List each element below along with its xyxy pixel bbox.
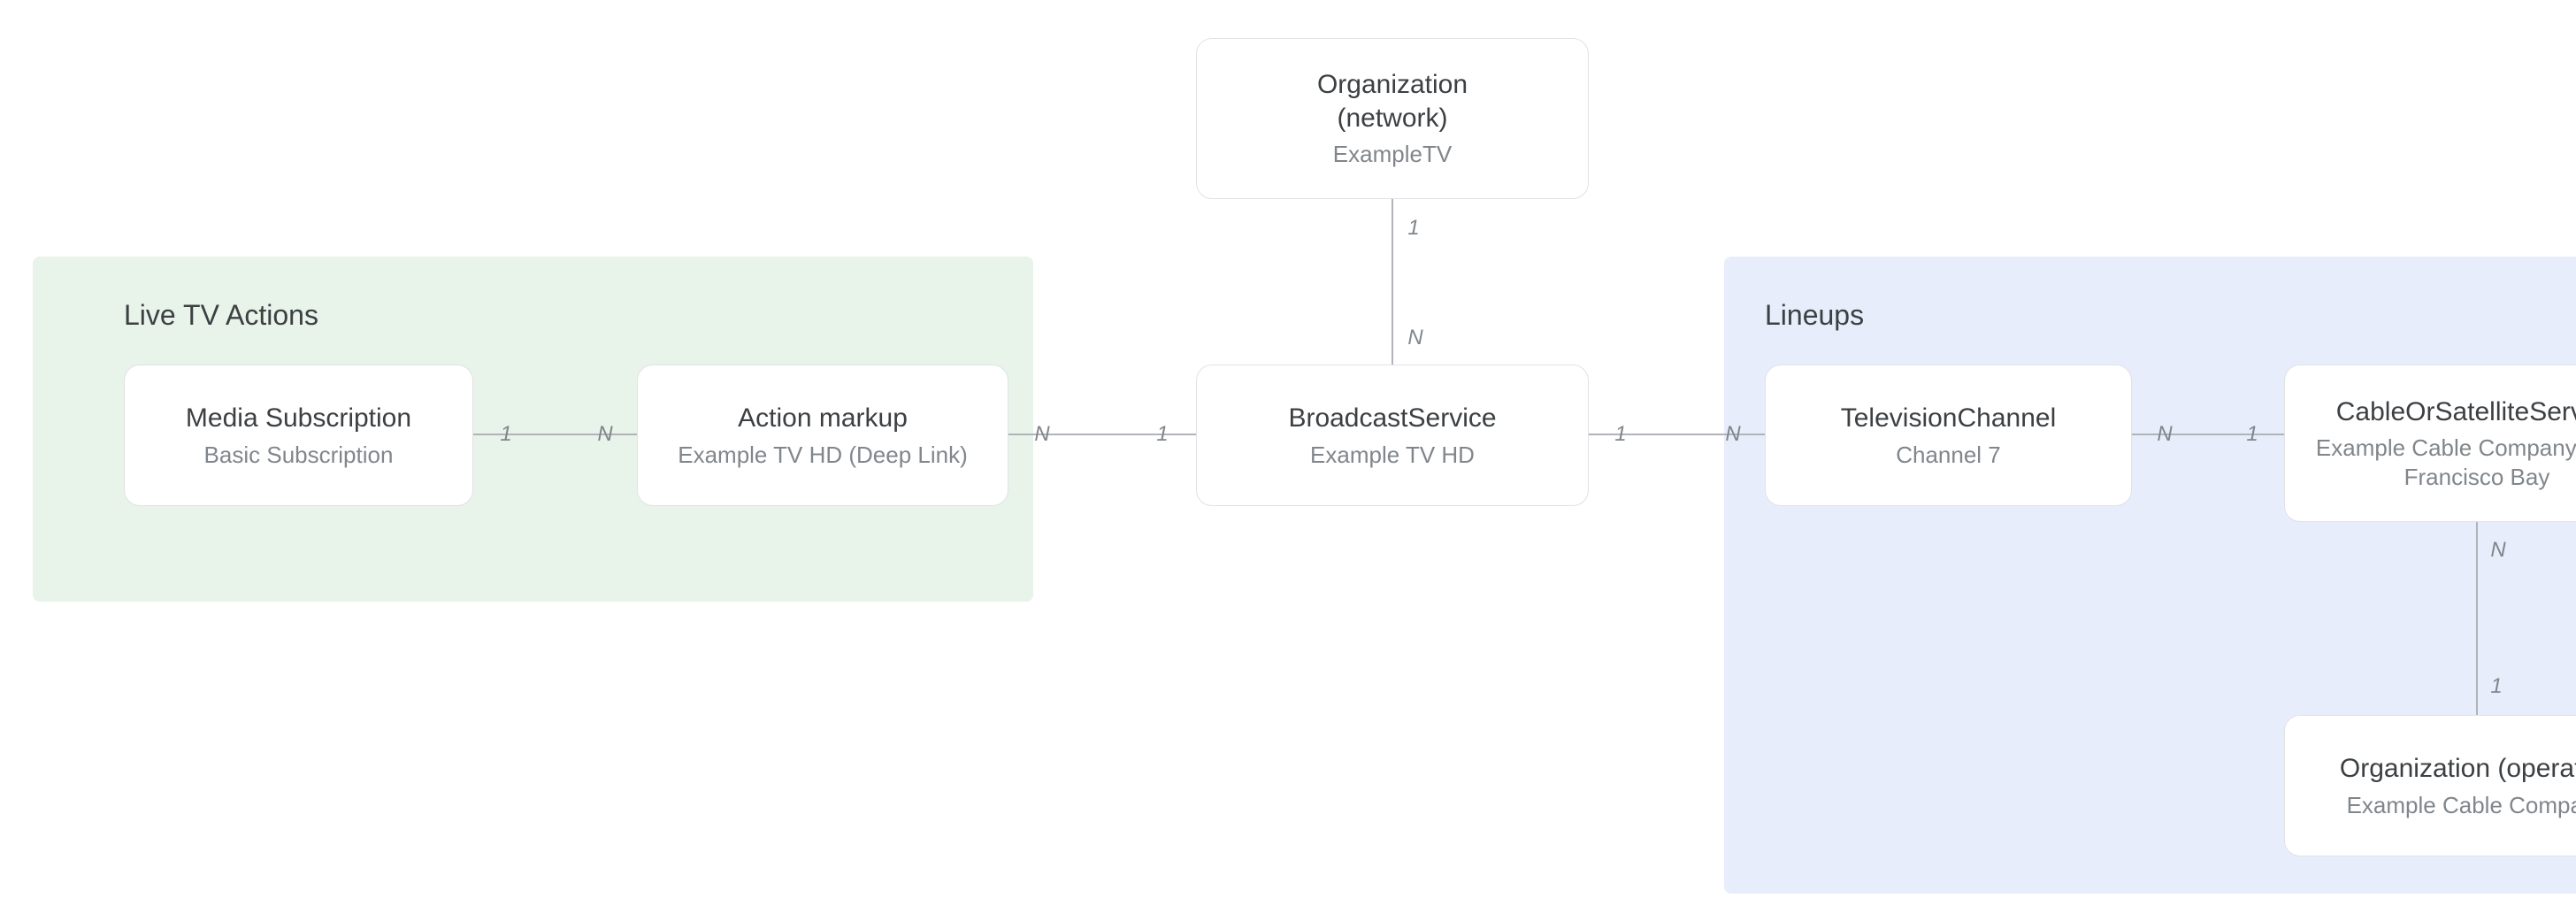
- node-title: Organization (network): [1317, 68, 1468, 134]
- node-subtitle: Example Cable Company: [2347, 791, 2576, 820]
- node-title: CableOrSatelliteService: [2336, 395, 2576, 429]
- node-subtitle: Basic Subscription: [204, 441, 394, 470]
- cardinality-label: N: [2490, 538, 2505, 563]
- node-television-channel: TelevisionChannel Channel 7: [1765, 365, 2132, 506]
- node-title: BroadcastService: [1288, 402, 1496, 435]
- diagram-canvas: Live TV Actions Lineups Organization (ne…: [0, 0, 2576, 906]
- cardinality-label: N: [1407, 326, 1422, 350]
- cardinality-label: 1: [1156, 422, 1168, 447]
- cardinality-label: N: [597, 422, 612, 447]
- group-title-lineups: Lineups: [1765, 299, 1864, 332]
- group-title-live-tv-actions: Live TV Actions: [124, 299, 318, 332]
- node-cable-or-satellite-service: CableOrSatelliteService Example Cable Co…: [2284, 365, 2576, 522]
- node-subtitle: Example Cable Company - San Francisco Ba…: [2301, 434, 2576, 491]
- node-subtitle: ExampleTV: [1333, 140, 1452, 169]
- cardinality-label: 1: [2490, 674, 2502, 699]
- node-media-subscription: Media Subscription Basic Subscription: [124, 365, 473, 506]
- node-action-markup: Action markup Example TV HD (Deep Link): [637, 365, 1008, 506]
- cardinality-label: N: [1725, 422, 1740, 447]
- node-organization-network: Organization (network) ExampleTV: [1196, 38, 1589, 199]
- cardinality-label: N: [1034, 422, 1049, 447]
- cardinality-label: 1: [1614, 422, 1626, 447]
- node-subtitle: Example TV HD (Deep Link): [678, 441, 968, 470]
- node-subtitle: Example TV HD: [1310, 441, 1475, 470]
- cardinality-label: N: [2157, 422, 2172, 447]
- node-title: Organization (operator): [2340, 752, 2576, 786]
- node-subtitle: Channel 7: [1896, 441, 2001, 470]
- node-organization-operator: Organization (operator) Example Cable Co…: [2284, 715, 2576, 856]
- cardinality-label: 1: [2246, 422, 2258, 447]
- node-broadcast-service: BroadcastService Example TV HD: [1196, 365, 1589, 506]
- node-title: TelevisionChannel: [1841, 402, 2057, 435]
- node-title: Action markup: [738, 402, 908, 435]
- node-title: Media Subscription: [186, 402, 411, 435]
- cardinality-label: 1: [500, 422, 511, 447]
- cardinality-label: 1: [1407, 216, 1419, 241]
